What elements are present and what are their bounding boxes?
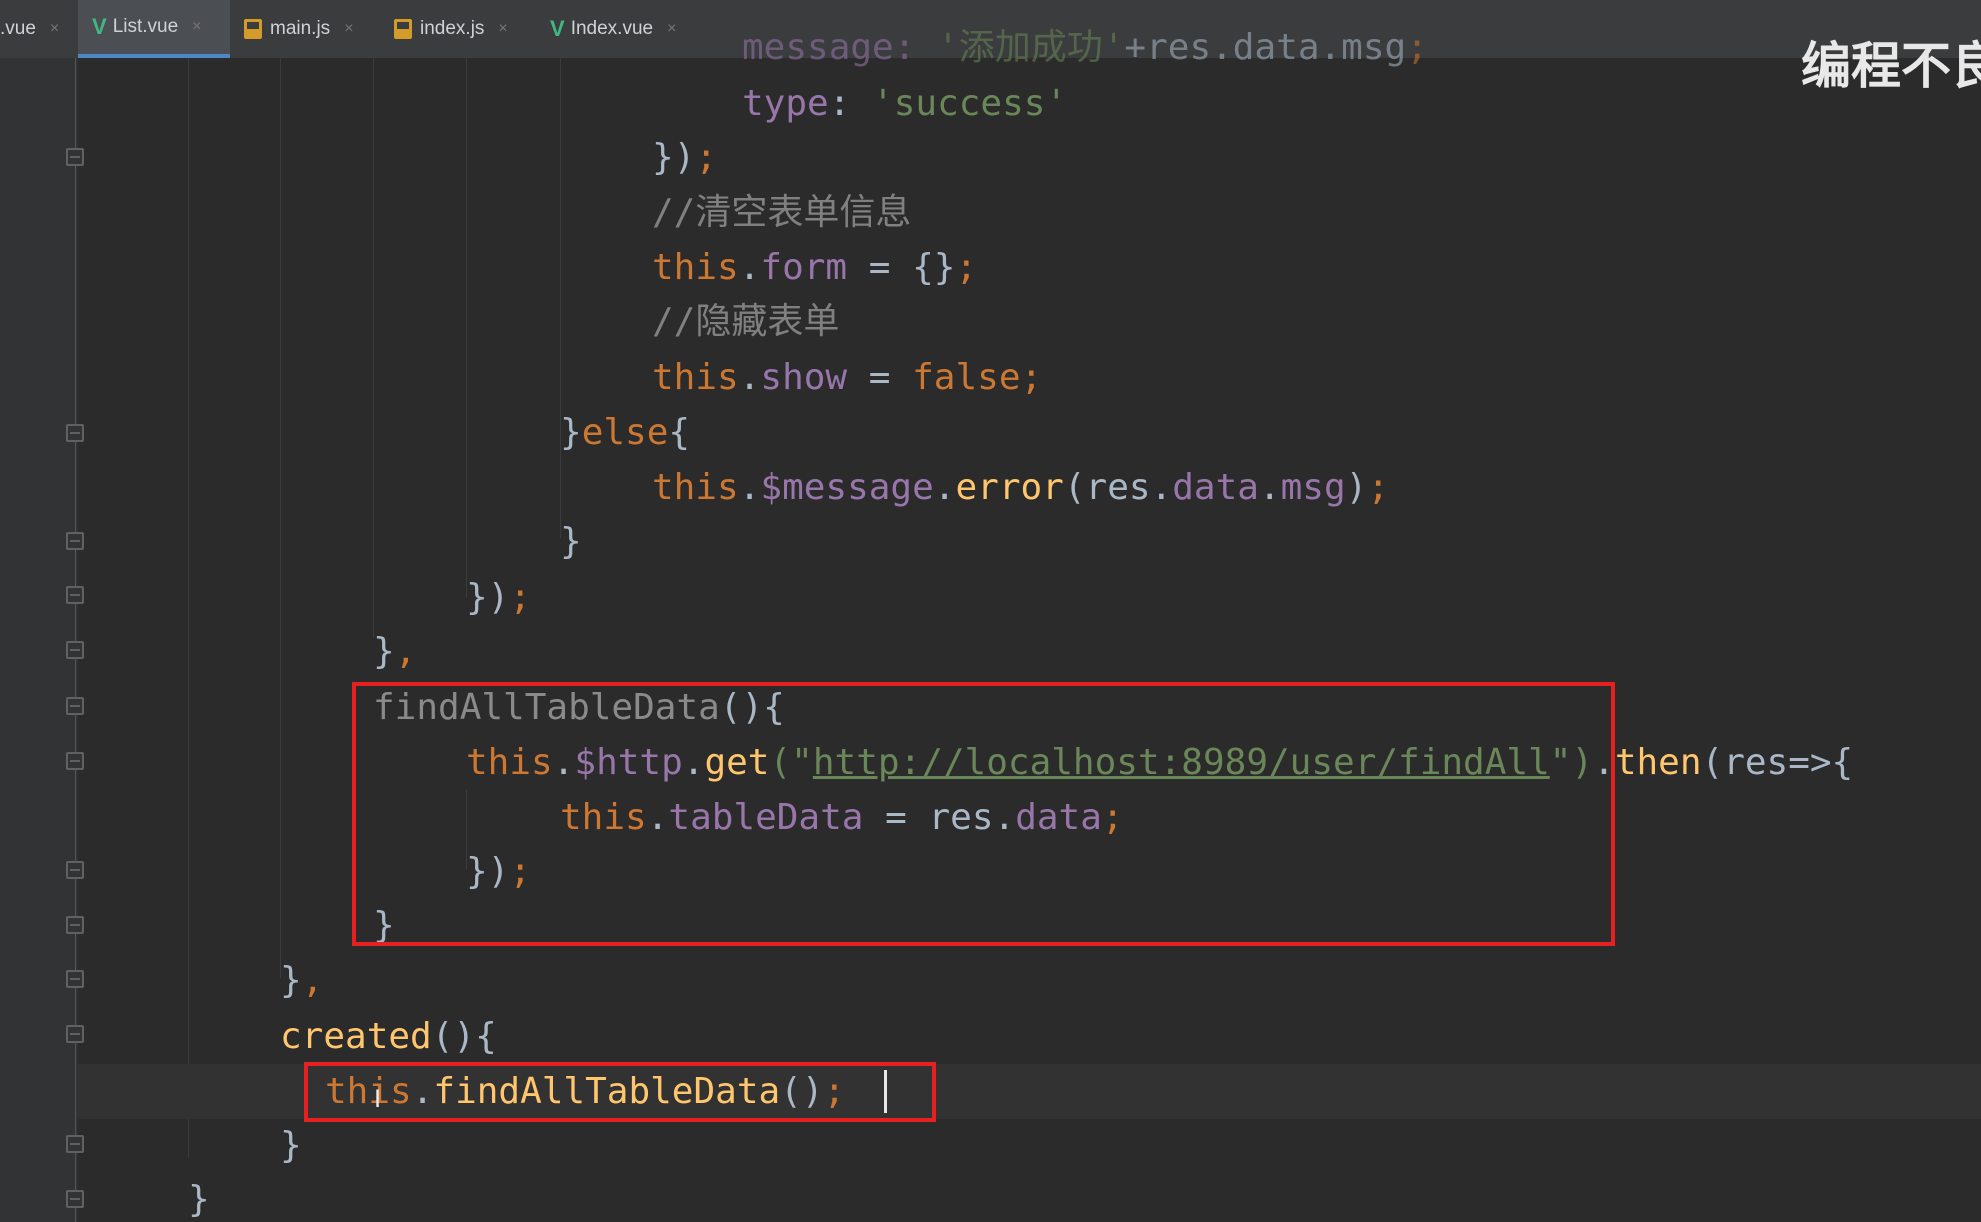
code-line[interactable]: },: [280, 953, 323, 1008]
js-file-icon: [244, 19, 262, 39]
mouse-cursor-icon: I: [374, 1085, 382, 1113]
fold-icon[interactable]: [66, 148, 84, 166]
indent-guide: [560, 58, 561, 538]
tab-index-js[interactable]: index.js ×: [394, 0, 530, 58]
close-icon[interactable]: ×: [50, 20, 59, 38]
code-line[interactable]: this.$message.error(res.data.msg);: [652, 460, 1389, 515]
code-line[interactable]: }: [188, 1172, 210, 1222]
code-line[interactable]: });: [652, 130, 717, 185]
fold-icon[interactable]: [66, 424, 84, 442]
editor-gutter: [0, 58, 78, 1222]
watermark-text: 编程不良: [1801, 37, 1981, 95]
fold-icon[interactable]: [66, 532, 84, 550]
code-line[interactable]: });: [466, 570, 531, 625]
close-icon[interactable]: ×: [344, 20, 353, 38]
tab-label: index.js: [420, 18, 485, 39]
fold-icon[interactable]: [66, 641, 84, 659]
highlight-box-call: [304, 1062, 936, 1122]
tab-label: List.vue: [112, 16, 179, 37]
code-line[interactable]: }: [280, 1118, 302, 1173]
highlight-box-method: [352, 682, 1615, 946]
vue-icon: V: [550, 16, 565, 41]
code-line[interactable]: type: 'success': [742, 76, 1067, 131]
code-line[interactable]: this.show = false;: [652, 350, 1042, 405]
tab-list-vue[interactable]: V List.vue ×: [78, 0, 230, 58]
tab-label: main.js: [270, 18, 331, 39]
tab-label: Index.vue: [570, 18, 654, 39]
code-line[interactable]: },: [373, 624, 416, 679]
text-caret: [884, 1070, 887, 1113]
close-icon[interactable]: ×: [192, 18, 201, 36]
vue-icon: V: [92, 14, 107, 39]
close-icon[interactable]: ×: [498, 20, 507, 38]
tab-partial-vue[interactable]: .vue ×: [0, 0, 72, 58]
tab-index-vue[interactable]: V Index.vue ×: [550, 0, 710, 58]
code-line[interactable]: this.form = {};: [652, 240, 977, 295]
js-file-icon: [394, 19, 412, 39]
fold-icon[interactable]: [66, 1190, 84, 1208]
fold-icon[interactable]: [66, 697, 84, 715]
tab-label: .vue: [0, 18, 36, 39]
code-line[interactable]: message: '添加成功'+res.data.msg;: [742, 20, 1428, 75]
fold-icon[interactable]: [66, 970, 84, 988]
indent-guide: [466, 58, 467, 598]
fold-icon[interactable]: [66, 752, 84, 770]
indent-guide: [280, 58, 281, 978]
indent-guide: [188, 58, 189, 1158]
fold-icon[interactable]: [66, 1025, 84, 1043]
fold-icon[interactable]: [66, 916, 84, 934]
tab-main-js[interactable]: main.js ×: [244, 0, 374, 58]
code-line-created[interactable]: created(){: [280, 1009, 497, 1064]
code-comment[interactable]: //清空表单信息: [652, 185, 911, 240]
indent-guide: [373, 58, 374, 638]
fold-icon[interactable]: [66, 861, 84, 879]
code-line[interactable]: }: [560, 514, 582, 569]
fold-icon[interactable]: [66, 1135, 84, 1153]
code-comment[interactable]: //隐藏表单: [652, 294, 839, 349]
gutter-divider: [75, 58, 76, 1222]
code-line[interactable]: }else{: [560, 405, 690, 460]
close-icon[interactable]: ×: [667, 20, 676, 38]
fold-icon[interactable]: [66, 586, 84, 604]
